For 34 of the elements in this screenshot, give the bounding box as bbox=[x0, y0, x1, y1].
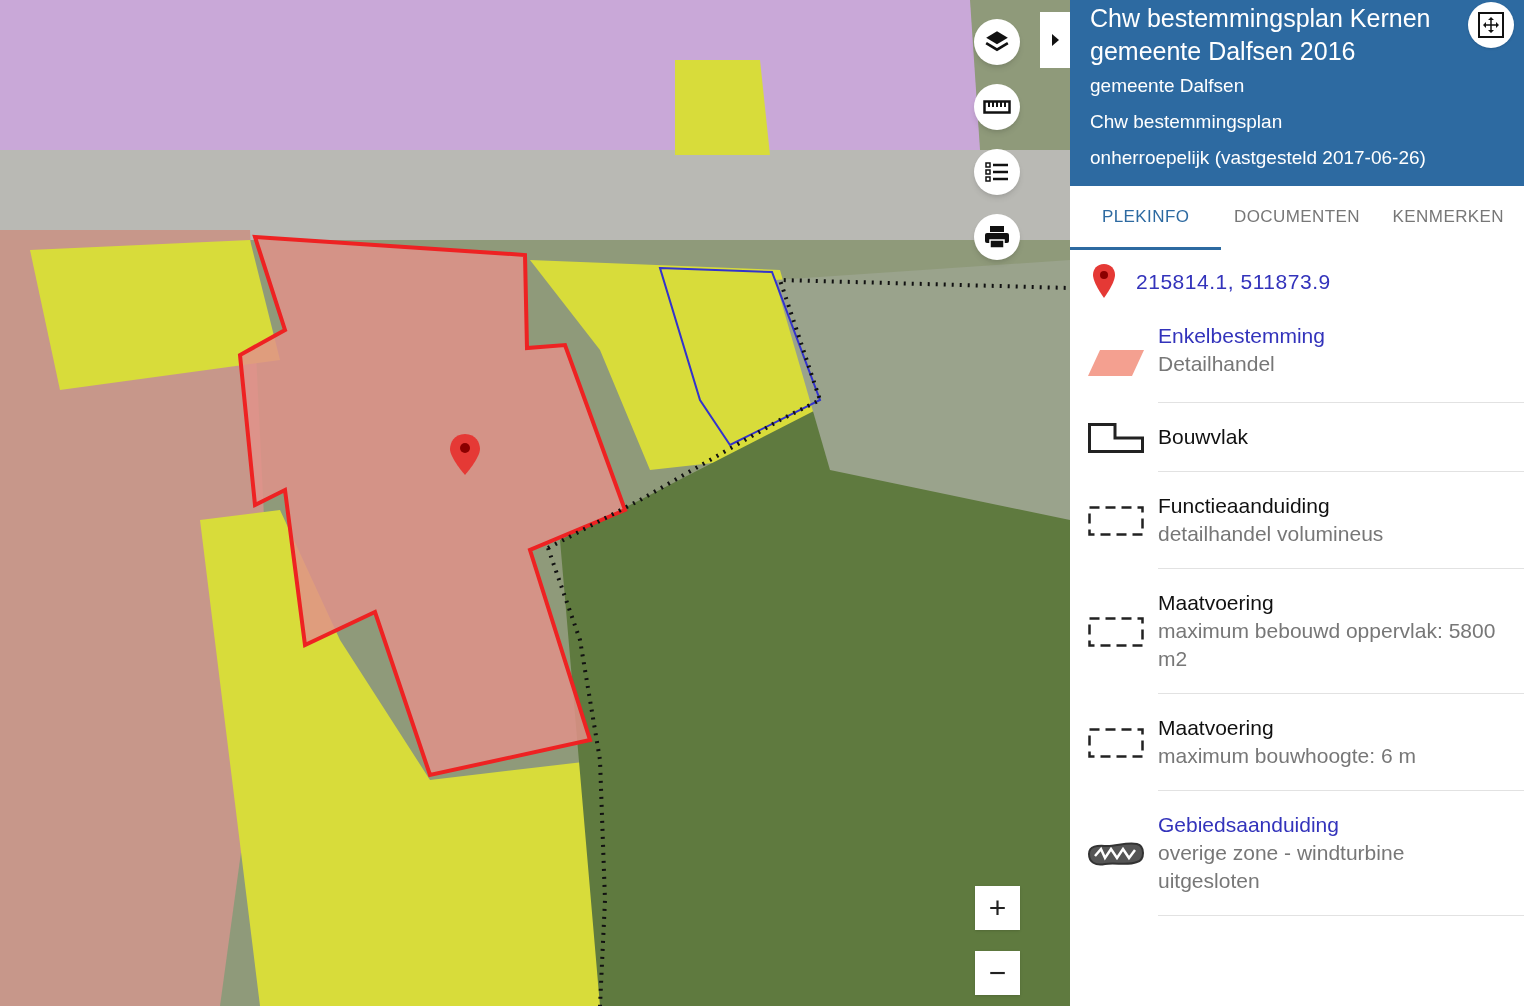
coordinates-link[interactable]: 215814.1, 511873.9 bbox=[1136, 266, 1331, 298]
tab[interactable]: KENMERKEN bbox=[1372, 186, 1524, 250]
tab[interactable]: PLEKINFO bbox=[1070, 186, 1222, 250]
legend-subtitle: maximum bebouwd oppervlak: 5800 m2 bbox=[1158, 618, 1497, 672]
panel-toggle-button[interactable] bbox=[1040, 12, 1070, 68]
ruler-icon bbox=[983, 100, 1011, 114]
legend-title: Bouwvlak bbox=[1158, 424, 1249, 450]
legend-subtitle: overige zone - windturbine uitgesloten bbox=[1158, 840, 1406, 894]
legend-title: Maatvoering bbox=[1158, 715, 1275, 741]
legend-title-link[interactable]: Enkelbestemming bbox=[1158, 322, 1524, 350]
printer-icon bbox=[984, 225, 1010, 249]
tab[interactable]: DOCUMENTEN bbox=[1221, 186, 1373, 250]
dashed-rectangle-icon bbox=[1088, 727, 1144, 758]
list-icon bbox=[985, 161, 1009, 183]
plan-title: Chw bestemmingsplan Kernen gemeente Dalfsen 2016 bbox=[1090, 3, 1432, 67]
map-pin-icon bbox=[450, 434, 480, 475]
plan-detail: Chw bestemmingsplan bbox=[1090, 110, 1284, 134]
building-outline-icon bbox=[1088, 422, 1144, 453]
dashed-rectangle-icon bbox=[1088, 616, 1144, 647]
legend-subtitle: detailhandel volumineus bbox=[1158, 521, 1385, 547]
expand-arrows-icon bbox=[1478, 12, 1504, 38]
legend-title: Maatvoering bbox=[1158, 590, 1275, 616]
map-pin-icon bbox=[1092, 264, 1116, 300]
legend-title-link[interactable]: Gebiedsaanduiding bbox=[1158, 811, 1524, 839]
zoom-in-button[interactable]: + bbox=[975, 886, 1020, 930]
legend-title: Functieaanduiding bbox=[1158, 493, 1331, 519]
zoom-out-button[interactable]: − bbox=[975, 951, 1020, 995]
dashed-rectangle-icon bbox=[1088, 505, 1144, 536]
legend-subtitle: maximum bouwhoogte: 6 m bbox=[1158, 743, 1417, 769]
fullscreen-button[interactable] bbox=[1468, 2, 1514, 48]
caret-icon bbox=[1051, 34, 1059, 46]
legend-subtitle: Detailhandel bbox=[1158, 351, 1276, 377]
plan-detail: gemeente Dalfsen bbox=[1090, 74, 1246, 98]
plan-detail: onherroepelijk (vastgesteld 2017-06-26) bbox=[1090, 146, 1427, 170]
